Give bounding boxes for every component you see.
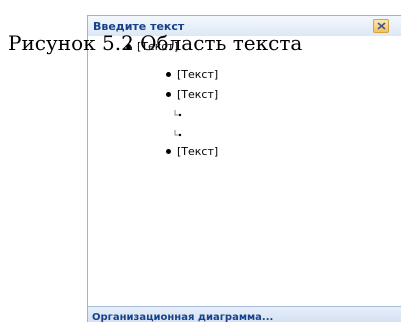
org-chart-link[interactable]: Организационная диаграмма... bbox=[92, 312, 273, 322]
text-pane: Введите текст [Текст] [Текст] [Текст] [Т… bbox=[87, 15, 401, 322]
text-entry-area[interactable]: [Текст] [Текст] [Текст] [Текст] bbox=[88, 36, 401, 298]
bullet-icon bbox=[166, 92, 171, 97]
page: Введите текст [Текст] [Текст] [Текст] [Т… bbox=[0, 0, 401, 322]
list-item[interactable] bbox=[174, 127, 194, 141]
list-item-text: [Текст] bbox=[177, 88, 219, 101]
list-item-text: [Текст] bbox=[177, 145, 219, 158]
close-icon bbox=[377, 22, 386, 30]
list-item[interactable]: [Текст] bbox=[166, 68, 218, 82]
figure-caption: Рисунок 5.2 Область текста bbox=[8, 31, 303, 55]
list-item-text: [Текст] bbox=[177, 68, 219, 81]
pane-footer: Организационная диаграмма... bbox=[88, 306, 401, 322]
sub-bullet-icon bbox=[174, 110, 182, 117]
close-button[interactable] bbox=[373, 19, 389, 33]
list-item[interactable]: [Текст] bbox=[166, 88, 218, 102]
bullet-icon bbox=[166, 72, 171, 77]
list-item[interactable] bbox=[174, 107, 194, 121]
sub-bullet-icon bbox=[174, 130, 182, 137]
list-item[interactable]: [Текст] bbox=[166, 145, 218, 159]
bullet-icon bbox=[166, 149, 171, 154]
